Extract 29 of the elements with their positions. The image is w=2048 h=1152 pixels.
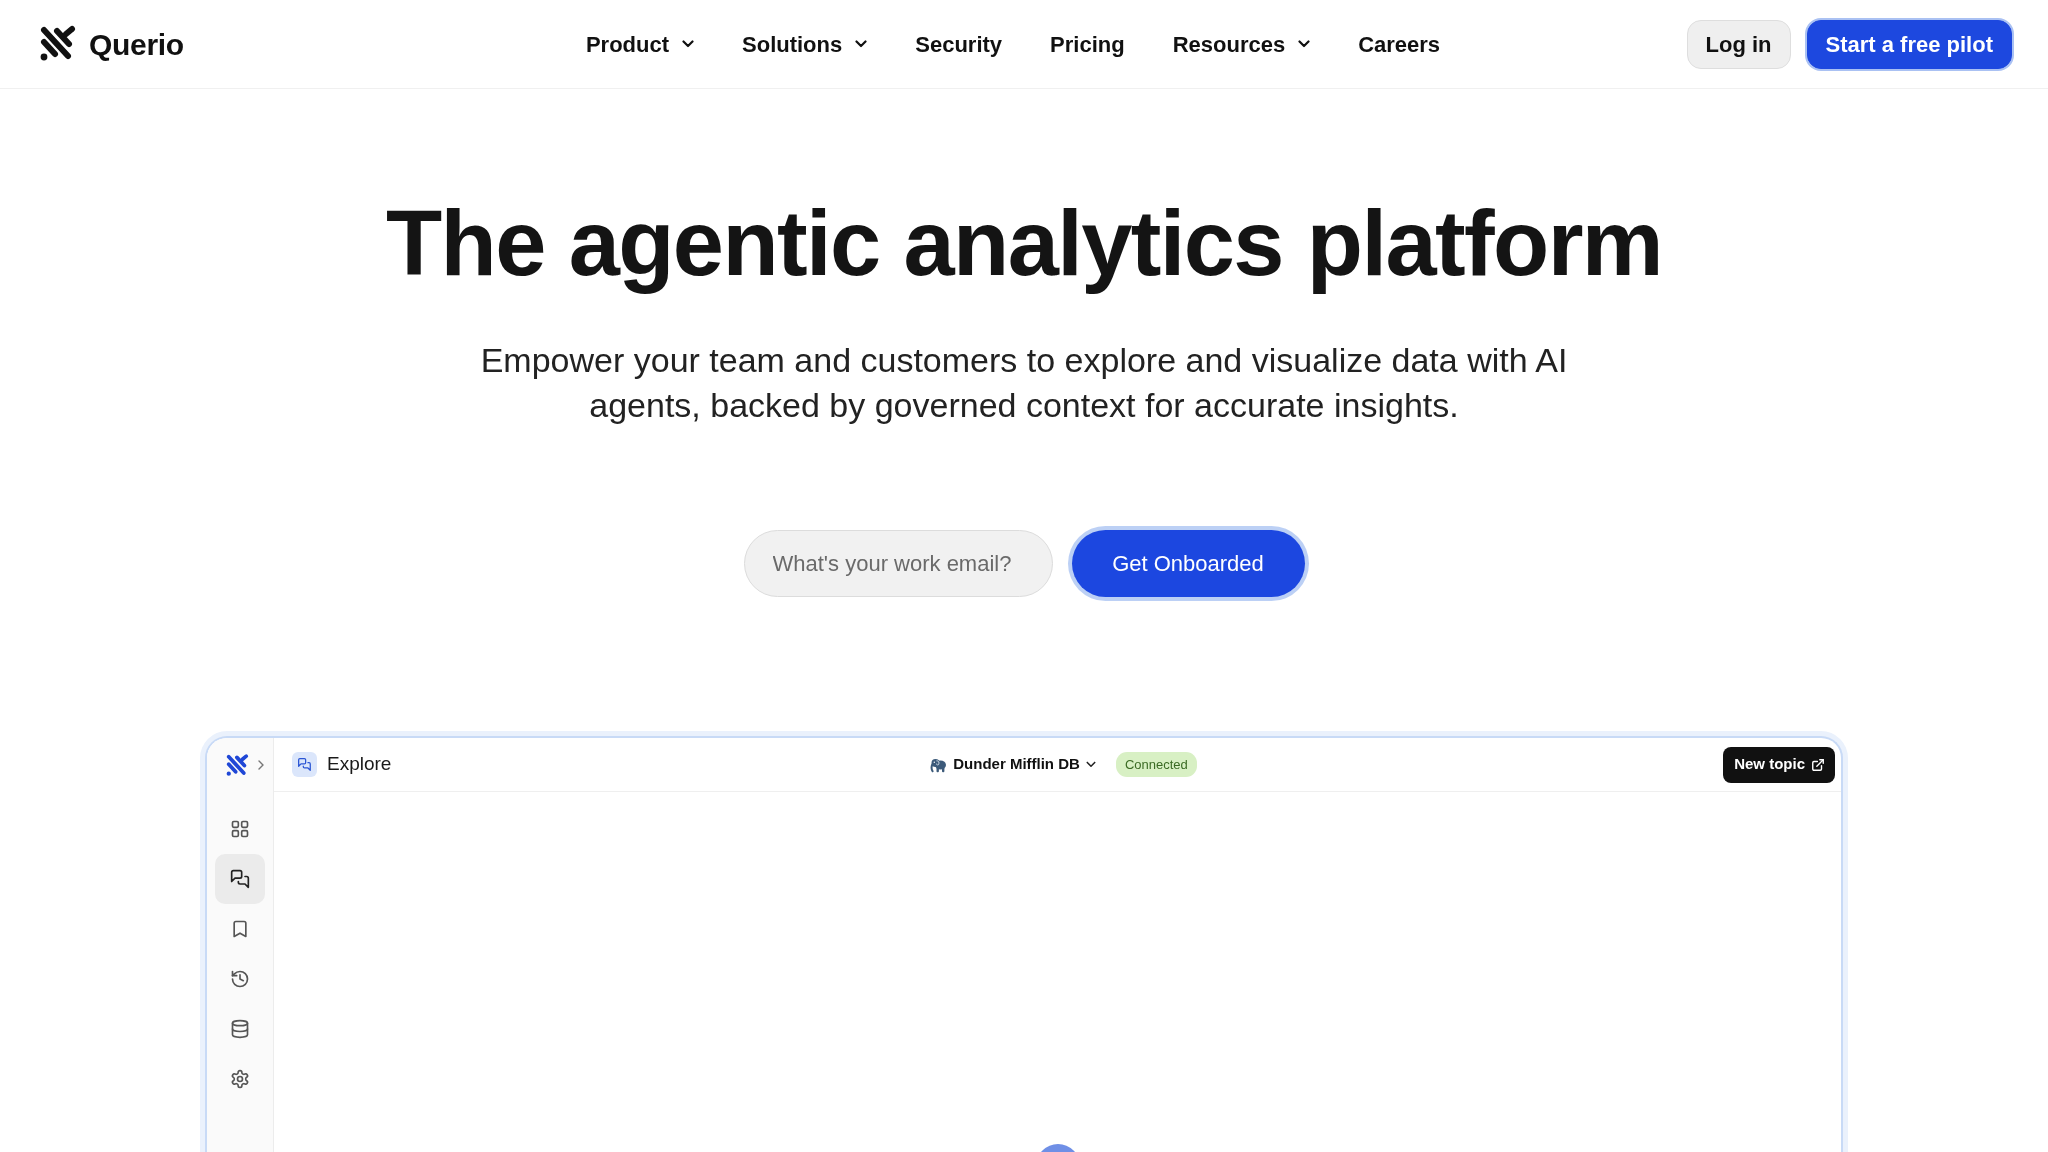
database-selector[interactable]: Dunder Mifflin DB xyxy=(930,753,1096,776)
brand-logo[interactable]: Querio xyxy=(38,21,184,67)
connection-status-badge: Connected xyxy=(1115,751,1197,778)
chat-bubbles-icon xyxy=(230,869,250,890)
nav-link[interactable]: Careers xyxy=(1358,27,1441,61)
caret-icon xyxy=(1085,761,1096,769)
sidebar-item[interactable] xyxy=(215,854,265,905)
nav-menu-link[interactable]: Product xyxy=(585,27,694,61)
nav-menu-link[interactable]: Solutions xyxy=(742,27,868,61)
app-logo-icon xyxy=(225,752,250,778)
bookmark-icon xyxy=(230,919,250,940)
nav-menu-link[interactable]: Resources xyxy=(1172,27,1311,61)
login-button[interactable]: Log in xyxy=(1686,19,1791,69)
page-title: Explore xyxy=(327,752,392,777)
settings-icon xyxy=(230,1069,250,1090)
new-topic-button[interactable]: New topic xyxy=(1723,746,1835,783)
hero-subtitle: Empower your team and customers to explore and visualize data with AI agents, backed by governed context for accurate insights. xyxy=(479,340,1569,427)
nav-link[interactable]: Security xyxy=(915,27,1003,61)
start-pilot-button[interactable]: Start a free pilot xyxy=(1806,19,2012,69)
email-field[interactable]: What's your work email? xyxy=(743,530,1053,598)
external-link-icon xyxy=(1811,757,1825,772)
database-icon xyxy=(230,1019,250,1040)
history-icon xyxy=(230,969,250,990)
chevron-right-icon xyxy=(258,760,264,771)
nav-link[interactable]: Pricing xyxy=(1050,27,1125,61)
hero-title: The agentic analytics platform xyxy=(385,193,1663,295)
dashboard-icon xyxy=(230,819,250,840)
chat-bubbles-icon xyxy=(292,752,317,778)
elephant-icon xyxy=(930,756,948,773)
